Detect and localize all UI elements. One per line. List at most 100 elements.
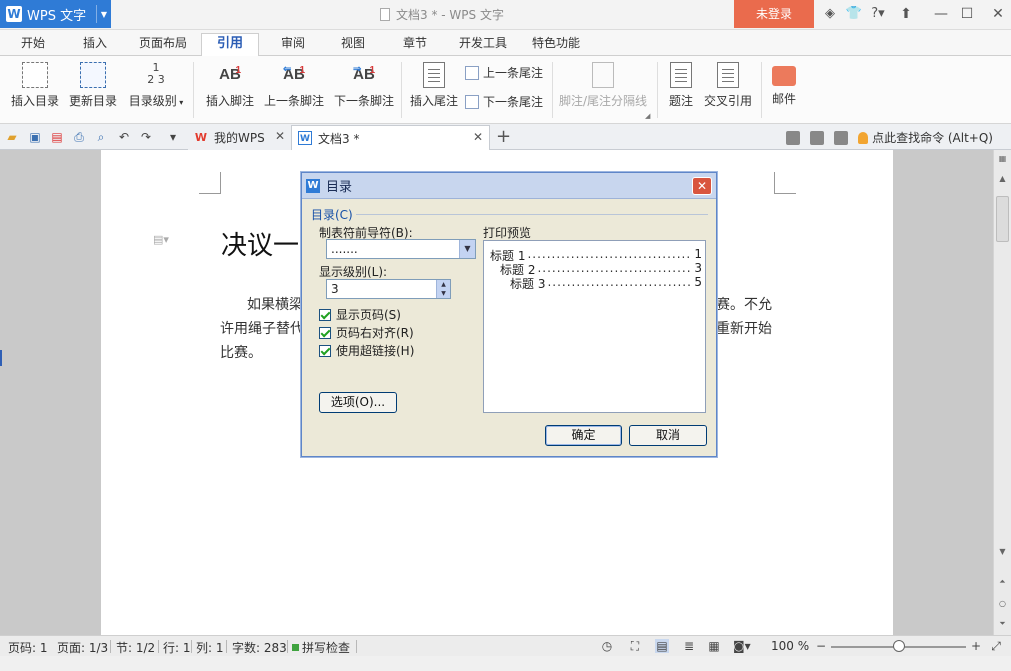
insert-footnote-label: 插入脚注 xyxy=(205,94,254,108)
scroll-down-icon[interactable]: ▼ xyxy=(994,545,1011,559)
fit-page-icon[interactable]: ⤢ xyxy=(989,639,1003,653)
show-page-numbers-label: 显示页码(S) xyxy=(336,308,401,322)
window-title-text: 文档3 * - WPS 文字 xyxy=(396,8,504,22)
paragraph-line: 重新开始 xyxy=(716,321,772,337)
fullscreen-icon[interactable]: ⛶ xyxy=(628,639,642,653)
print-preview-icon[interactable]: ⌕ xyxy=(93,129,109,145)
customize-dropdown-icon[interactable]: ▾ xyxy=(165,129,181,145)
update-toc-button[interactable]: 更新目录 xyxy=(66,62,120,109)
login-button[interactable]: 未登录 xyxy=(734,0,814,28)
spell-check-button[interactable]: 拼写检查 xyxy=(292,639,350,656)
toc-icon xyxy=(22,62,48,88)
share-icon[interactable] xyxy=(810,130,825,145)
zoom-in-icon[interactable]: + xyxy=(969,639,983,653)
zoom-out-icon[interactable]: − xyxy=(814,639,828,653)
prev-endnote-button[interactable]: 上一条尾注 xyxy=(465,64,543,81)
tab-insert[interactable]: 插入 xyxy=(72,34,118,56)
chevron-down-icon[interactable]: ▼ xyxy=(459,240,475,258)
scroll-thumb[interactable] xyxy=(996,196,1009,242)
open-folder-icon[interactable]: ▰ xyxy=(4,129,20,145)
tab-references[interactable]: 引用 xyxy=(201,33,259,57)
next-footnote-button[interactable]: ⇒ AB 1 下一条脚注 xyxy=(332,62,396,109)
undo-icon[interactable]: ↶ xyxy=(116,129,132,145)
prev-footnote-button[interactable]: ⇐ AB 1 上一条脚注 xyxy=(262,62,326,109)
caption-button[interactable]: 题注 xyxy=(664,62,698,109)
print-icon[interactable]: ⎙ xyxy=(71,129,87,145)
right-align-label: 页码右对齐(R) xyxy=(336,326,414,340)
step-down-icon[interactable]: ▼ xyxy=(437,289,450,298)
export-pdf-icon[interactable]: ▤ xyxy=(49,129,65,145)
skin-icon[interactable]: ◈ xyxy=(818,4,842,24)
command-search[interactable]: 点此查找命令 (Alt+Q) xyxy=(872,129,993,146)
outline-view-icon[interactable]: ≣ xyxy=(682,639,696,653)
close-icon[interactable]: ✕ xyxy=(275,129,285,143)
view-toggle-icon[interactable]: ▦ xyxy=(994,152,1011,166)
tab-page-layout[interactable]: 页面布局 xyxy=(133,34,193,56)
close-icon[interactable]: ✕ xyxy=(473,130,483,144)
bottom-strip xyxy=(0,656,1011,671)
tab-document[interactable]: W 文档3 * ✕ xyxy=(291,125,490,150)
toc-level-button[interactable]: 12 3 目录级别 ▾ xyxy=(125,62,187,109)
tab-special[interactable]: 特色功能 xyxy=(526,34,586,56)
tab-developer[interactable]: 开发工具 xyxy=(453,34,513,56)
zoom-slider-thumb[interactable] xyxy=(893,640,905,652)
dialog-close-button[interactable]: ✕ xyxy=(692,177,712,195)
use-hyperlinks-checkbox[interactable]: 使用超链接(H) xyxy=(319,342,414,359)
web-view-icon[interactable]: ▦ xyxy=(707,639,721,653)
insert-endnote-button[interactable]: 插入尾注 xyxy=(407,62,461,109)
shirt-icon[interactable]: 👕 xyxy=(842,4,866,24)
minimize-button[interactable]: — xyxy=(928,3,954,25)
cross-reference-label: 交叉引用 xyxy=(703,94,752,108)
close-button[interactable]: ✕ xyxy=(985,3,1011,25)
ok-button[interactable]: 确定 xyxy=(545,425,622,446)
app-menu-button[interactable]: W WPS 文字 ▼ xyxy=(0,0,111,28)
dialog-title: 目录 xyxy=(326,180,353,195)
preview-row-page: 5 xyxy=(694,275,702,289)
cancel-button[interactable]: 取消 xyxy=(629,425,707,446)
options-button[interactable]: 选项(O)... xyxy=(319,392,397,413)
help-icon[interactable]: ?▾ xyxy=(866,4,890,24)
right-align-page-numbers-checkbox[interactable]: 页码右对齐(R) xyxy=(319,324,414,341)
select-browse-icon[interactable]: ○ xyxy=(994,597,1011,611)
show-page-numbers-checkbox[interactable]: 显示页码(S) xyxy=(319,306,401,323)
note-separator-button[interactable]: 脚注/尾注分隔线 xyxy=(556,62,650,109)
add-tab-icon[interactable]: + xyxy=(496,126,511,147)
document-tabs-bar: ▰ ▣ ▤ ⎙ ⌕ ↶ ↷ ▾ W 我的WPS ✕ W 文档3 * ✕ + 点此… xyxy=(0,124,1011,150)
tab-leader-select[interactable]: ....... ▼ xyxy=(326,239,476,259)
revision-icon[interactable]: ◷ xyxy=(600,639,614,653)
tab-view[interactable]: 视图 xyxy=(330,34,376,56)
step-up-icon[interactable]: ▲ xyxy=(437,280,450,289)
tab-my-wps[interactable]: W 我的WPS ✕ xyxy=(188,125,291,150)
zoom-level[interactable]: 100 % xyxy=(771,639,809,653)
redo-icon[interactable]: ↷ xyxy=(138,129,154,145)
insert-footnote-button[interactable]: AB 1 插入脚注 xyxy=(203,62,257,109)
history-icon[interactable] xyxy=(786,130,801,145)
save-icon[interactable]: ▣ xyxy=(27,129,43,145)
ribbon-expand-icon[interactable]: ◢ xyxy=(645,112,650,120)
scroll-up-icon[interactable]: ▲ xyxy=(994,172,1011,186)
next-page-icon[interactable]: ⏷ xyxy=(994,617,1011,631)
divider xyxy=(761,62,762,118)
maximize-button[interactable]: ☐ xyxy=(954,3,980,25)
window-title: 文档3 * - WPS 文字 xyxy=(380,6,504,23)
spell-check-label: 拼写检查 xyxy=(302,641,351,655)
page-view-icon[interactable]: ▤ xyxy=(655,639,669,653)
settings-icon[interactable] xyxy=(834,130,849,145)
tab-section[interactable]: 章节 xyxy=(392,34,438,56)
paragraph-handle-icon[interactable]: ▤▾ xyxy=(153,233,169,247)
tab-review[interactable]: 审阅 xyxy=(270,34,316,56)
next-endnote-button[interactable]: 下一条尾注 xyxy=(465,93,543,110)
vertical-scrollbar[interactable]: ▦ ▲ ▼ ⏶ ○ ⏷ xyxy=(993,150,1011,635)
upload-icon[interactable]: ⬆ xyxy=(893,3,919,25)
prev-endnote-label: 上一条尾注 xyxy=(483,66,544,80)
dialog-title-bar[interactable]: W 目录 ✕ xyxy=(302,173,716,199)
tab-home[interactable]: 开始 xyxy=(10,34,56,56)
show-levels-stepper[interactable]: 3 ▲ ▼ xyxy=(326,279,451,299)
insert-toc-button[interactable]: 插入目录 xyxy=(8,62,62,109)
reading-mode-icon[interactable]: ◙▾ xyxy=(733,639,751,653)
print-preview-box: 标题 1 ...................................… xyxy=(483,240,706,413)
cross-reference-button[interactable]: 交叉引用 xyxy=(702,62,754,109)
mail-button[interactable]: 邮件 xyxy=(766,62,802,107)
prev-page-icon[interactable]: ⏶ xyxy=(994,575,1011,589)
status-word-count[interactable]: 字数: 283 xyxy=(232,639,287,656)
